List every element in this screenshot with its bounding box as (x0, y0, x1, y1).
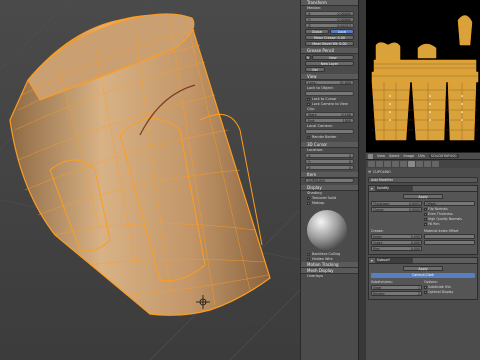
optimal-display-check[interactable]: Optimal Display (424, 290, 475, 295)
menu-image[interactable]: Image (404, 154, 415, 158)
mean-bevel-field[interactable]: Mean Bevel Wt: 0.00 (305, 41, 354, 46)
tab-data[interactable] (416, 161, 423, 167)
cursor-x-field[interactable]: X: 0 (305, 153, 354, 158)
wrench-icon: ⚒ (368, 169, 372, 174)
collapse-icon[interactable]: ▾ (371, 259, 373, 263)
pencil-icon[interactable]: ✎ (305, 55, 311, 60)
clip-start-field[interactable]: Start: 0.100 (305, 112, 354, 117)
menu-select[interactable]: Select (389, 154, 399, 158)
cursor-y-field[interactable]: Y: 0 (305, 159, 354, 164)
material-rim-field[interactable] (424, 240, 475, 245)
algorithm-selector[interactable]: Catmull-Clark (371, 273, 475, 278)
cursor-z-field[interactable]: Z: 0 (305, 165, 354, 170)
matcap-check[interactable]: Matcap (301, 201, 358, 206)
menu-uvs[interactable]: UVs (418, 154, 425, 158)
clip-end-field[interactable]: End: 1000 (305, 118, 354, 123)
tab-render[interactable] (368, 161, 375, 167)
fill-rim-check[interactable]: Fill Rim (424, 222, 475, 227)
new-button[interactable]: New (312, 55, 354, 60)
outer-field[interactable]: Outer: 0.000 (371, 240, 422, 245)
properties-n-panel: Transform Median: X: 0.00000 Y: 0.00000 Z:… (300, 0, 358, 360)
tab-texture[interactable] (432, 161, 439, 167)
subsurf-body: Apply Catmull-Clark Subdivisions: View: 1… (368, 264, 478, 300)
item-name-field[interactable]: CUPOLINO (305, 178, 354, 183)
clamp-field[interactable]: Clamp: 0.0000 (371, 207, 422, 212)
object-name: CUPOLINO (373, 169, 391, 174)
add-modifier-dropdown[interactable]: Add Modifier (368, 177, 478, 183)
3d-viewport[interactable] (0, 0, 300, 360)
matcap-preview[interactable] (307, 210, 347, 250)
tab-object[interactable] (392, 161, 399, 167)
material-offset-field[interactable] (424, 234, 475, 239)
local-camera-field[interactable] (305, 129, 354, 134)
uv-image-editor[interactable] (366, 0, 480, 152)
global-button[interactable]: Global (305, 29, 329, 34)
inner-field[interactable]: Inner: 0.000 (371, 234, 422, 239)
tab-scene[interactable] (376, 161, 383, 167)
image-name-field[interactable]: SOLIDIFINP.000 (428, 154, 459, 158)
rim-field[interactable]: Rim: 0.000 (371, 246, 422, 251)
tab-modifiers[interactable] (408, 161, 415, 167)
subsurf-apply-button[interactable]: Apply (403, 266, 443, 271)
new-layer-button[interactable]: New Layer (305, 61, 354, 66)
view-levels-field[interactable]: View: 1 (371, 285, 422, 290)
median-y-field[interactable]: Y: 0.00000 (305, 17, 354, 22)
breadcrumb: ⚒ CUPOLINO (366, 168, 480, 175)
local-button[interactable]: Local (330, 29, 354, 34)
median-z-field[interactable]: Z: 0.04213 (305, 23, 354, 28)
editor-type-icon[interactable] (368, 153, 373, 159)
solidify-header[interactable]: ▾ Solidify (368, 185, 478, 192)
properties-scrollbar[interactable] (358, 0, 366, 360)
subsurf-header[interactable]: ▾ Subsurf (368, 257, 478, 264)
mesh-render (0, 0, 300, 360)
menu-view[interactable]: View (377, 154, 385, 158)
uv-editor-header: View Select Image UVs SOLIDIFINP.000 (366, 152, 480, 160)
del-button[interactable]: Del (305, 67, 325, 72)
solidify-name-field[interactable]: Solidify (374, 186, 413, 191)
tab-material[interactable] (424, 161, 431, 167)
collapse-icon[interactable]: ▾ (371, 187, 373, 191)
tab-constraints[interactable] (400, 161, 407, 167)
cup-mesh (9, 13, 271, 316)
properties-tabs (366, 160, 480, 168)
render-levels-field[interactable]: Render: 2 (371, 291, 422, 296)
tab-world[interactable] (384, 161, 391, 167)
lens-field[interactable]: Lens: 35.000 (305, 80, 354, 85)
solidify-body: Apply Thickness: 0.0001 Clamp: 0.0000 Offs… (368, 192, 478, 255)
solidify-apply-button[interactable]: Apply (403, 194, 443, 199)
mean-crease-field[interactable]: Mean Crease: 0.00 (305, 35, 354, 40)
uv-layout (371, 15, 479, 141)
thickness-field[interactable]: Thickness: 0.0001 (371, 201, 422, 206)
grease-pencil-header[interactable]: Grease Pencil (301, 48, 358, 54)
median-x-field[interactable]: X: 0.00000 (305, 11, 354, 16)
overlays-label: Overlays (307, 274, 323, 278)
modifier-properties: ⚒ CUPOLINO Add Modifier ▾ Solidify Apply… (366, 160, 480, 360)
offset-field[interactable]: Offset: (424, 201, 475, 206)
subsurf-name-field[interactable]: Subsurf (374, 258, 413, 263)
lock-object-field[interactable] (305, 91, 354, 96)
render-border-check[interactable]: Render Border (301, 135, 358, 140)
